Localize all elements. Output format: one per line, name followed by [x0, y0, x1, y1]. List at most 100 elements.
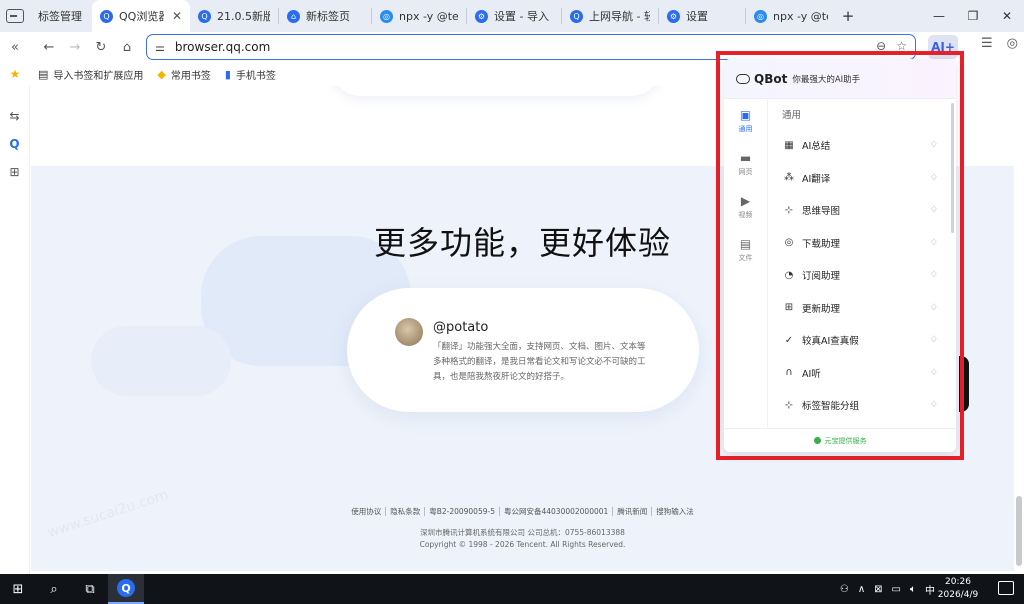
- avatar: [395, 318, 423, 346]
- qq-browser-icon: Q: [198, 9, 211, 23]
- taskbar-clock[interactable]: 20:26 2026/4/9: [930, 576, 986, 602]
- bookmark-import[interactable]: ▤ 导入书签和扩展应用: [38, 67, 143, 82]
- testimonial-card: @potato 「翻译」功能强大全面，支持网页、文档、图片、文本等多种格式的翻译…: [347, 288, 699, 412]
- reading-list-icon[interactable]: ☰: [981, 36, 993, 51]
- task-view-icon[interactable]: ⧉: [72, 574, 108, 604]
- sidebar-toggle-button[interactable]: [0, 0, 30, 32]
- new-tab-button[interactable]: +: [836, 0, 860, 32]
- qbot-item-mindmap[interactable]: ⊹ 思维导图 ♢: [768, 194, 956, 227]
- bookmark-frequent[interactable]: ◆ 常用书签: [157, 67, 210, 82]
- check-icon: ✓: [784, 334, 794, 346]
- qbot-nav-general[interactable]: ▣ 通用: [724, 99, 767, 142]
- footer-copyright: Copyright © 1998 - 2026 Tencent. All Rig…: [419, 540, 626, 549]
- forward-icon[interactable]: →: [62, 34, 88, 60]
- star-icon[interactable]: ★: [0, 67, 30, 81]
- tab-new-tab[interactable]: ⌂ 新标签页: [279, 0, 371, 32]
- qbot-item-ai-listen[interactable]: ∩ AI听 ♢: [768, 357, 956, 390]
- collapse-sidebar-icon[interactable]: «: [2, 34, 28, 60]
- notification-icon[interactable]: [998, 581, 1014, 595]
- footer-link[interactable]: 粤B2-20090059-5: [425, 507, 500, 516]
- tab-qq-browser[interactable]: Q QQ浏览器 ✕: [92, 0, 190, 32]
- qbot-scrollbar[interactable]: [951, 103, 954, 233]
- testimonial-name: @potato: [433, 320, 489, 335]
- qbot-nav: ▣ 通用 ▬ 网页 ▶ 视频 ▤ 文件: [724, 99, 768, 429]
- tab-settings-import[interactable]: ⚙ 设置 - 导入: [467, 0, 561, 32]
- tab-navigation[interactable]: Q 上网导航 - 轻松: [562, 0, 658, 32]
- qbot-item-update[interactable]: ⊞ 更新助理 ♢: [768, 292, 956, 325]
- qq-search-icon[interactable]: Q: [0, 130, 29, 158]
- home-icon[interactable]: ⌂: [114, 34, 140, 60]
- qbot-item-ai-translate[interactable]: ⁂ AI翻译 ♢: [768, 162, 956, 195]
- mindmap-icon: ⊹: [784, 204, 794, 216]
- qbot-item-ai-summary[interactable]: ▦ AI总结 ♢: [768, 129, 956, 162]
- swap-icon[interactable]: ⇆: [0, 102, 29, 130]
- file-icon: ▤: [739, 236, 752, 251]
- bell-icon: ◔: [784, 269, 794, 281]
- qbot-footer: 元宝提供服务: [724, 428, 956, 452]
- bookmark-mobile[interactable]: ▮ 手机书签: [225, 67, 276, 82]
- site-info-icon[interactable]: ⚌: [155, 41, 165, 54]
- translate-icon: ⁂: [784, 172, 794, 184]
- yuanbao-icon: [813, 437, 821, 444]
- qbot-item-tab-grouping[interactable]: ⊹ 标签智能分组 ♢: [768, 389, 956, 422]
- qq-browser-icon: Q: [117, 579, 135, 597]
- reload-icon[interactable]: ↻: [88, 34, 114, 60]
- bookmark-folder-icon: ◆: [157, 67, 166, 81]
- headphones-icon: ∩: [785, 367, 793, 379]
- tab-settings[interactable]: ⚙ 设置: [659, 0, 745, 32]
- qbot-nav-webpage[interactable]: ▬ 网页: [724, 142, 767, 185]
- minimize-icon[interactable]: —: [922, 0, 956, 32]
- pin-icon[interactable]: ♢: [930, 303, 938, 313]
- update-icon: ⊞: [784, 302, 794, 314]
- windows-start-icon[interactable]: ⊞: [0, 574, 36, 604]
- summary-icon: ▦: [784, 139, 794, 151]
- page-scrollbar[interactable]: [1014, 86, 1024, 574]
- footer-link[interactable]: 搜狗输入法: [652, 507, 698, 516]
- pin-icon[interactable]: ♢: [930, 238, 938, 248]
- pin-icon[interactable]: ♢: [930, 270, 938, 280]
- import-icon: ▤: [38, 67, 49, 81]
- group-icon: ⊹: [784, 399, 794, 411]
- close-tab-icon[interactable]: ✕: [172, 9, 182, 23]
- clock-time: 20:26: [945, 577, 971, 587]
- volume-icon[interactable]: 🔈︎: [910, 584, 916, 595]
- qbot-item-download[interactable]: ◎ 下载助理 ♢: [768, 227, 956, 260]
- qbot-item-fact-check[interactable]: ✓ 较真AI查真假 ♢: [768, 324, 956, 357]
- qbot-nav-video[interactable]: ▶ 视频: [724, 185, 767, 228]
- qbot-header: QBot 你最强大的AI助手: [724, 59, 956, 99]
- scrollbar-thumb[interactable]: [1016, 496, 1022, 566]
- qbot-nav-file[interactable]: ▤ 文件: [724, 228, 767, 271]
- close-window-icon[interactable]: ✕: [990, 0, 1024, 32]
- tab-npx-2[interactable]: ◎ npx -y @tenc: [746, 0, 836, 32]
- extensions-icon[interactable]: ◎: [1007, 36, 1018, 51]
- footer-link[interactable]: 粤公网安备44030002000001: [499, 507, 614, 516]
- add-panel-icon[interactable]: ⊞: [0, 158, 29, 186]
- chevron-up-icon[interactable]: ∧: [858, 584, 865, 595]
- footer-link[interactable]: 使用协议: [347, 507, 387, 516]
- footer-address: 深圳市腾讯计算机系统有限公司 公司总机：0755-86013388: [420, 528, 625, 537]
- people-icon[interactable]: ⚇: [840, 584, 849, 595]
- pin-icon[interactable]: ♢: [930, 205, 938, 215]
- footer-link[interactable]: 腾讯新闻: [613, 507, 653, 516]
- tab-npx-1[interactable]: ◎ npx -y @tenc: [372, 0, 466, 32]
- pin-icon[interactable]: ♢: [930, 140, 938, 150]
- pin-icon[interactable]: ♢: [930, 335, 938, 345]
- gear-icon: ⚙: [667, 9, 680, 23]
- pin-icon[interactable]: ♢: [930, 400, 938, 410]
- qbot-item-subscribe[interactable]: ◔ 订阅助理 ♢: [768, 259, 956, 292]
- back-icon[interactable]: ←: [36, 34, 62, 60]
- highlight-frame: QBot 你最强大的AI助手 ▣ 通用 ▬ 网页 ▶ 视频 ▤ 文件 通用 ▦ AI总结 ♢…: [716, 51, 964, 460]
- search-icon[interactable]: ⌕: [36, 574, 72, 604]
- footer-link[interactable]: 隐私条款: [386, 507, 426, 516]
- window-controls: — ❐ ✕: [922, 0, 1024, 32]
- restore-icon[interactable]: ❐: [956, 0, 990, 32]
- qq-browser-taskbar-button[interactable]: Q: [108, 574, 144, 604]
- pin-icon[interactable]: ♢: [930, 173, 938, 183]
- network-icon[interactable]: ▭: [892, 584, 901, 595]
- tab-manager[interactable]: 标签管理 ▾: [30, 0, 92, 32]
- qbot-slogan: 你最强大的AI助手: [792, 74, 861, 85]
- testimonial-text: 「翻译」功能强大全面，支持网页、文档、图片、文本等多种格式的翻译，是我日常看论文…: [433, 342, 646, 382]
- security-icon[interactable]: ⊠: [874, 584, 882, 595]
- pin-icon[interactable]: ♢: [930, 368, 938, 378]
- tab-new-version[interactable]: Q 21.0.5新版本: [190, 0, 278, 32]
